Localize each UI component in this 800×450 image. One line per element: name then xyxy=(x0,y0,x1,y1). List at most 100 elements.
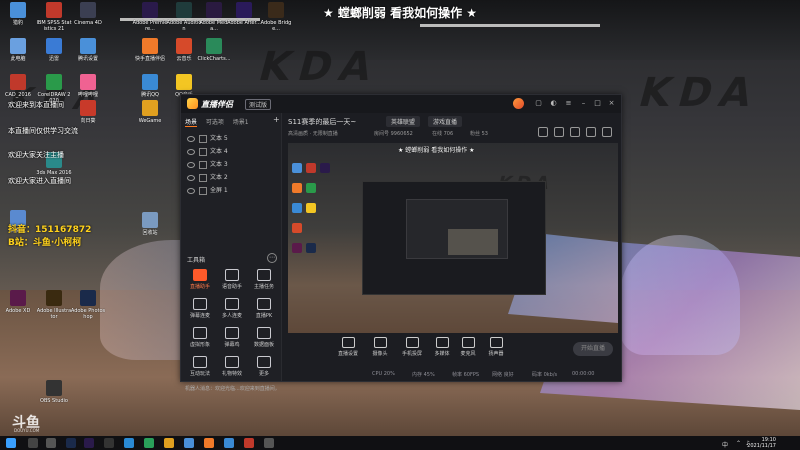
desktop-icon[interactable]: OBS Studio xyxy=(36,380,72,404)
tab-scene-1[interactable]: 场景1 xyxy=(233,117,249,126)
app-icon xyxy=(80,38,96,54)
toolbar-button[interactable]: 摄像头 xyxy=(366,337,394,357)
menu-icon[interactable]: ≡ xyxy=(564,99,573,108)
desktop-icon[interactable]: Adobe Bridge... xyxy=(258,2,294,32)
message-icon[interactable]: ▢ xyxy=(534,99,543,108)
tool-button[interactable]: 语音助手 xyxy=(217,269,247,290)
toolbox-more-button[interactable]: ⋯ xyxy=(267,253,277,263)
tab-scene[interactable]: 场景 xyxy=(185,117,198,127)
source-item[interactable]: 文本 2 xyxy=(185,172,275,184)
more-icon[interactable] xyxy=(602,127,612,137)
toolbar-button[interactable]: 多媒体 xyxy=(428,337,456,357)
minimize-icon[interactable]: – xyxy=(579,99,588,108)
visibility-icon[interactable] xyxy=(187,148,195,155)
toolbar-button[interactable]: 扬声器 xyxy=(482,337,510,357)
toolbar-button[interactable]: 直播设置 xyxy=(334,337,362,357)
desktop-icon[interactable]: Cinema 4D xyxy=(70,2,106,26)
tool-icon xyxy=(257,327,271,339)
go-live-button[interactable]: 开始直播 xyxy=(573,342,613,356)
toolbar-label: 麦克风 xyxy=(460,351,476,357)
desktop-icon[interactable]: 腾讯设置 xyxy=(70,38,106,62)
desktop-icon[interactable]: ClickCharts... xyxy=(196,38,232,62)
visibility-icon[interactable] xyxy=(187,187,195,194)
source-item[interactable]: 文本 5 xyxy=(185,133,275,145)
qq-taskbar-icon[interactable] xyxy=(224,438,234,448)
desktop-icon[interactable]: 此电脑 xyxy=(0,38,36,62)
user-avatar[interactable] xyxy=(513,98,524,109)
desktop-icon[interactable]: Adobe Photoshop xyxy=(70,290,106,320)
source-item[interactable]: 全屏 1 xyxy=(185,185,275,197)
desktop-icon[interactable]: 腾讯QQ xyxy=(132,74,168,98)
edge-taskbar-icon[interactable] xyxy=(124,438,134,448)
add-source-button[interactable]: + xyxy=(273,115,280,124)
system-clock[interactable]: 19:10 2021/11/17 xyxy=(747,437,776,449)
premiere-taskbar-icon[interactable] xyxy=(84,438,94,448)
tool-button[interactable]: 直播PK xyxy=(249,298,279,319)
toolbox-header: 工具箱 xyxy=(187,257,206,264)
desktop-icon[interactable]: IBM SPSS Statistics 21 xyxy=(36,2,72,32)
maximize-icon[interactable]: □ xyxy=(593,99,602,108)
screenshot-icon[interactable] xyxy=(554,127,564,137)
desktop-icon[interactable]: 哔哩哔哩 xyxy=(70,74,106,98)
ime-indicator[interactable]: 中 xyxy=(722,440,728,449)
tool-button[interactable]: 更多 xyxy=(249,356,279,377)
toolbar-button[interactable]: 手机投屏 xyxy=(398,337,426,357)
desktop-icon[interactable]: 回收站 xyxy=(132,212,168,236)
tool-label: 礼物特效 xyxy=(221,371,242,377)
toolbar-button[interactable]: 麦克风 xyxy=(454,337,482,357)
photoshop-taskbar-icon[interactable] xyxy=(66,438,76,448)
tool-button[interactable]: 弹幕鸡 xyxy=(217,327,247,348)
visibility-icon[interactable] xyxy=(187,174,195,181)
browser-taskbar-icon[interactable] xyxy=(184,438,194,448)
close-icon[interactable]: × xyxy=(607,99,616,108)
tray-expand-icon[interactable]: ⌃ xyxy=(736,440,741,447)
category-tag[interactable]: 游戏直播 xyxy=(428,116,463,127)
visibility-icon[interactable] xyxy=(187,161,195,168)
desktop-icon[interactable]: 迅雷 xyxy=(36,38,72,62)
desktop-icon[interactable]: 快手直播伴侣 xyxy=(132,38,168,62)
visibility-icon[interactable] xyxy=(187,135,195,142)
start-icon[interactable] xyxy=(6,438,16,448)
category-tag[interactable]: 英雄联盟 xyxy=(386,116,421,127)
tool-button[interactable]: 互动玩法 xyxy=(185,356,215,377)
desktop-icon[interactable]: Adobe XD xyxy=(0,290,36,314)
stream-preview[interactable]: ★ 螳螂削弱 看我如何操作 ★ KDA xyxy=(288,143,618,333)
folder-taskbar-icon[interactable] xyxy=(164,438,174,448)
tool-button[interactable]: 弹幕连麦 xyxy=(185,298,215,319)
tool-button[interactable]: 虚拟形象 xyxy=(185,327,215,348)
desktop-icon[interactable]: Adobe Illustrator xyxy=(36,290,72,320)
settings-icon[interactable] xyxy=(586,127,596,137)
task-view-icon[interactable] xyxy=(46,438,56,448)
wechat-taskbar-icon[interactable] xyxy=(144,438,154,448)
source-item[interactable]: 文本 3 xyxy=(185,159,275,171)
search-icon[interactable] xyxy=(28,438,38,448)
tool-icon xyxy=(193,327,207,339)
app-taskbar-icon[interactable] xyxy=(244,438,254,448)
desktop-icon[interactable]: Adobe Premiere... xyxy=(132,2,168,32)
room-title[interactable]: S11赛季的最后一天~ xyxy=(288,117,356,127)
skin-icon[interactable]: ◐ xyxy=(549,99,558,108)
app-icon xyxy=(142,212,158,228)
tool-button[interactable]: 直播助手 xyxy=(185,269,215,290)
desktop-icon[interactable]: CAD_2016 xyxy=(0,74,36,98)
tool-button[interactable]: 数据面板 xyxy=(249,327,279,348)
live-companion-taskbar-icon[interactable] xyxy=(204,438,214,448)
tool-button[interactable]: 主播任务 xyxy=(249,269,279,290)
app-taskbar-icon[interactable] xyxy=(264,438,274,448)
source-item[interactable]: 文本 4 xyxy=(185,146,275,158)
share-icon[interactable] xyxy=(538,127,548,137)
clock-date: 2021/11/17 xyxy=(747,443,776,449)
desktop-icon[interactable]: 猎豹 xyxy=(0,2,36,26)
desktop-icon[interactable]: 向日葵 xyxy=(70,100,106,124)
desktop-icon[interactable]: Adobe After... xyxy=(226,2,262,26)
app-icon xyxy=(10,2,26,18)
overlay-line: 本直播间仅供学习交流 xyxy=(8,127,78,135)
tool-button[interactable]: 多人连麦 xyxy=(217,298,247,319)
record-icon[interactable] xyxy=(570,127,580,137)
tab-options[interactable]: 可选项 xyxy=(206,117,224,126)
preview-desktop-icon xyxy=(292,183,302,193)
tool-button[interactable]: 礼物特效 xyxy=(217,356,247,377)
source-type-icon xyxy=(199,173,207,182)
capcut-taskbar-icon[interactable] xyxy=(104,438,114,448)
desktop-icon[interactable]: WeGame xyxy=(132,100,168,124)
